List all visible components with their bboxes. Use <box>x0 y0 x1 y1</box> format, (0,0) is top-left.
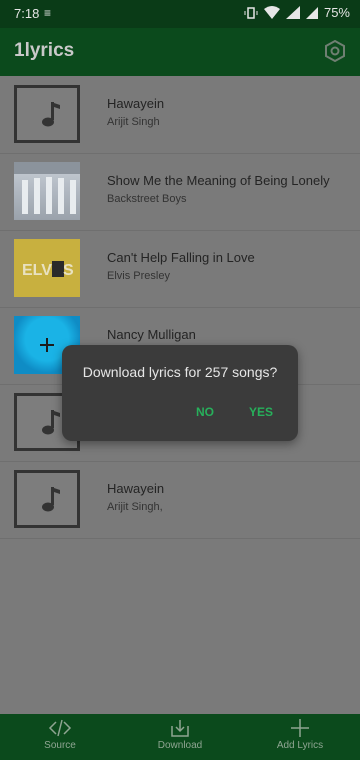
list-item[interactable]: ELV S Can't Help Falling in Love Elvis P… <box>0 230 360 308</box>
yes-button[interactable]: YES <box>249 405 273 419</box>
song-artist: Elvis Presley <box>107 270 170 282</box>
song-artist: Arijit Singh <box>107 116 160 128</box>
wifi-icon <box>263 6 280 19</box>
music-note-icon <box>14 85 80 143</box>
signal-icon <box>285 6 300 19</box>
signal-icon-2 <box>305 7 318 19</box>
album-cover: ELV S <box>14 239 80 297</box>
list-item[interactable]: Hawayein Arijit Singh, <box>0 461 360 539</box>
nav-add-lyrics[interactable]: Add Lyrics <box>240 718 360 751</box>
music-note-icon <box>14 470 80 528</box>
no-button[interactable]: NO <box>196 405 214 419</box>
vibrate-icon <box>244 6 258 19</box>
app-bar: 1lyrics <box>0 28 360 76</box>
download-icon <box>171 720 189 737</box>
list-item[interactable]: Hawayein Arijit Singh <box>0 76 360 154</box>
app-title: 1lyrics <box>14 40 75 61</box>
song-artist: Backstreet Boys <box>107 193 187 205</box>
list-item[interactable]: Show Me the Meaning of Being Lonely Back… <box>0 153 360 231</box>
song-title: Show Me the Meaning of Being Lonely <box>107 173 330 188</box>
svg-text:ELV: ELV <box>22 262 52 279</box>
nav-source-label: Source <box>44 740 76 751</box>
status-time: 7:18 <box>14 6 40 21</box>
code-icon <box>48 719 72 737</box>
notification-icon: ≡ <box>44 6 52 20</box>
plus-icon <box>291 719 309 737</box>
song-artist: Arijit Singh, <box>107 501 163 513</box>
nav-source[interactable]: Source <box>0 718 120 751</box>
album-cover <box>14 162 80 220</box>
nav-download[interactable]: Download <box>120 718 240 751</box>
svg-text:S: S <box>63 262 74 279</box>
bottom-nav: Source Download Add Lyrics <box>0 714 360 760</box>
song-title: Can't Help Falling in Love <box>107 250 255 265</box>
song-title: Nancy Mulligan <box>107 327 196 342</box>
nav-add-lyrics-label: Add Lyrics <box>276 740 324 751</box>
status-bar: 7:18 ≡ 75% <box>0 0 360 28</box>
nav-download-label: Download <box>157 740 203 751</box>
song-title: Hawayein <box>107 481 165 496</box>
settings-icon[interactable] <box>324 40 346 62</box>
dialog-message: Download lyrics for 257 songs? <box>82 364 278 380</box>
battery-percent: 75% <box>323 5 350 20</box>
status-icons: 75% <box>244 5 350 20</box>
song-title: Hawayein <box>107 96 165 111</box>
download-dialog: Download lyrics for 257 songs? NO YES <box>62 345 298 441</box>
